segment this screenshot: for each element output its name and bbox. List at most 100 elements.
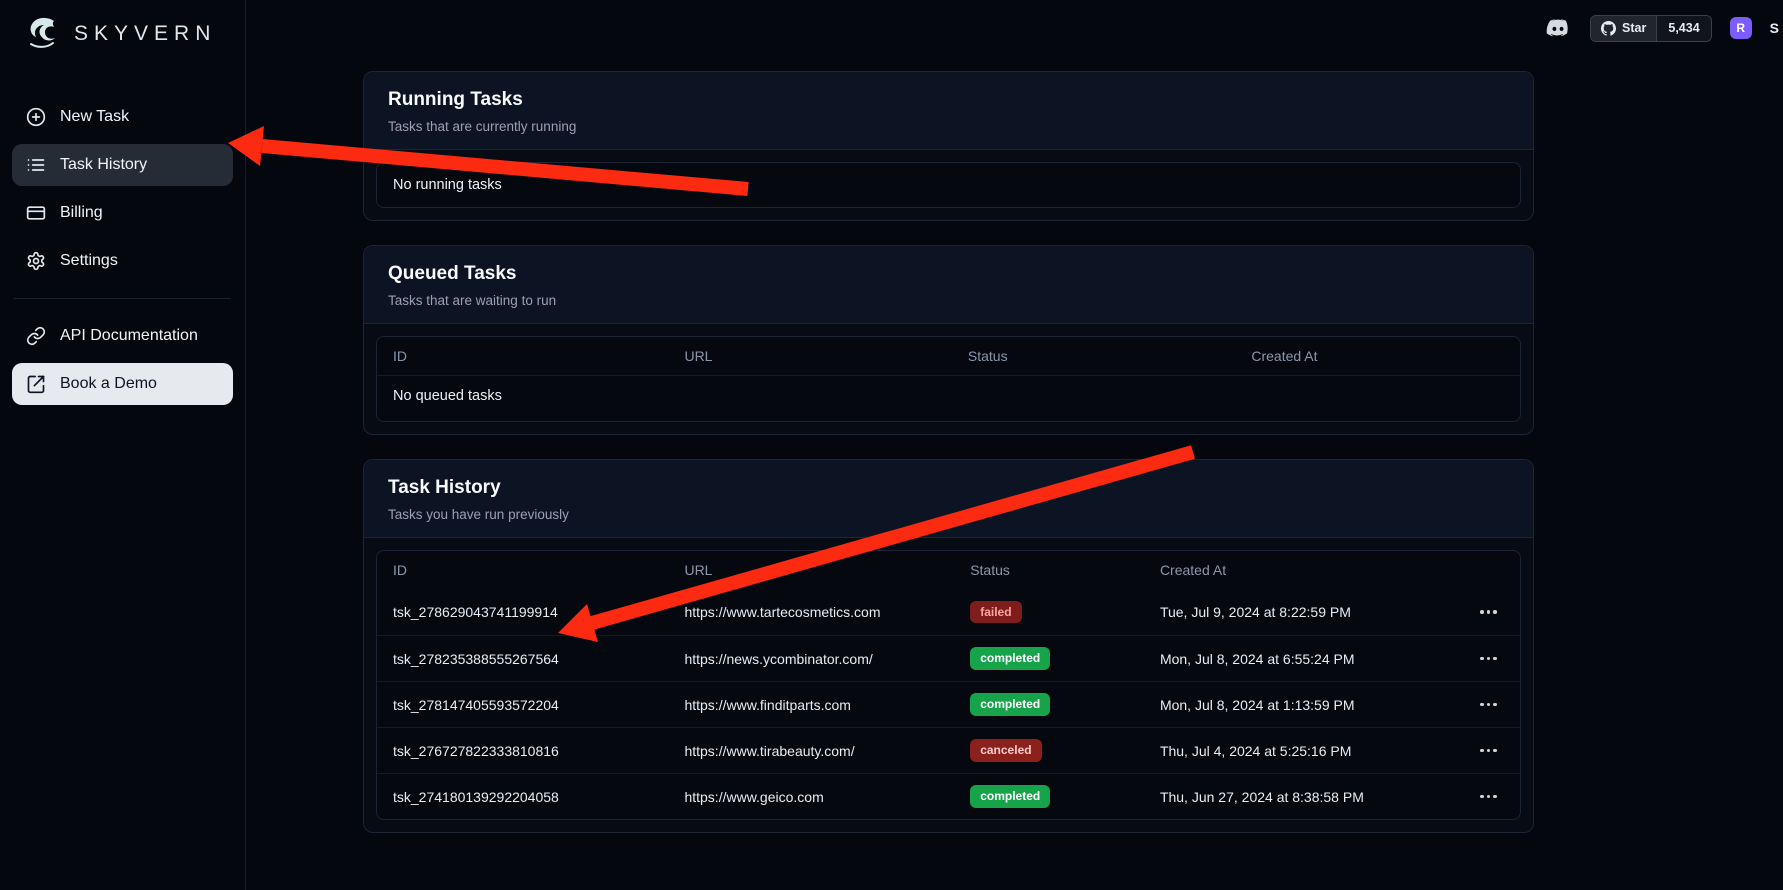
sidebar-item-label: New Task bbox=[60, 108, 129, 126]
column-header-id: ID bbox=[377, 348, 668, 364]
github-icon bbox=[1601, 21, 1616, 36]
task-created-cell: Mon, Jul 8, 2024 at 1:13:59 PM bbox=[1144, 697, 1457, 713]
status-badge: completed bbox=[970, 785, 1050, 807]
main-area: Star 5,434 R S Running Tasks Tasks that … bbox=[246, 0, 1783, 890]
github-star-button[interactable]: Star 5,434 bbox=[1590, 15, 1712, 42]
book-a-demo-button[interactable]: Book a Demo bbox=[12, 363, 233, 405]
task-created-cell: Thu, Jun 27, 2024 at 8:38:58 PM bbox=[1144, 789, 1457, 805]
task-actions-cell bbox=[1457, 651, 1520, 667]
task-status-cell: canceled bbox=[954, 739, 1144, 761]
task-history-title: Task History bbox=[388, 477, 1509, 499]
brand-logo: SKYVERN bbox=[0, 0, 245, 64]
table-row[interactable]: tsk_274180139292204058 https://www.geico… bbox=[377, 773, 1520, 819]
row-actions-button[interactable] bbox=[1474, 604, 1503, 620]
history-table-header: ID URL Status Created At bbox=[377, 551, 1520, 589]
user-name-clipped: S bbox=[1770, 20, 1779, 36]
sidebar-item-new-task[interactable]: New Task bbox=[12, 96, 233, 138]
star-label: Star bbox=[1622, 21, 1646, 35]
link-icon bbox=[26, 326, 46, 346]
task-status-cell: completed bbox=[954, 693, 1144, 715]
running-tasks-title: Running Tasks bbox=[388, 89, 1509, 111]
gear-icon bbox=[26, 251, 46, 271]
queued-tasks-card: Queued Tasks Tasks that are waiting to r… bbox=[363, 245, 1534, 435]
list-icon bbox=[26, 155, 46, 175]
task-status-cell: failed bbox=[954, 601, 1144, 623]
sidebar-item-api-documentation[interactable]: API Documentation bbox=[12, 315, 233, 357]
table-row[interactable]: tsk_278147405593572204 https://www.findi… bbox=[377, 681, 1520, 727]
github-star-count: 5,434 bbox=[1656, 16, 1710, 41]
table-row[interactable]: tsk_276727822333810816 https://www.tirab… bbox=[377, 727, 1520, 773]
task-id-cell[interactable]: tsk_276727822333810816 bbox=[377, 743, 668, 759]
no-running-tasks-text: No running tasks bbox=[377, 163, 1520, 207]
task-actions-cell bbox=[1457, 743, 1520, 759]
sidebar-item-label: Task History bbox=[60, 156, 147, 174]
sidebar: SKYVERN New Task Task History Billing Se… bbox=[0, 0, 246, 890]
content-column: Running Tasks Tasks that are currently r… bbox=[363, 71, 1534, 833]
sidebar-item-settings[interactable]: Settings bbox=[12, 240, 233, 282]
sidebar-item-label: API Documentation bbox=[60, 327, 198, 345]
plus-circle-icon bbox=[26, 107, 46, 127]
task-id-cell[interactable]: tsk_278235388555267564 bbox=[377, 651, 668, 667]
row-actions-button[interactable] bbox=[1474, 651, 1503, 667]
task-url-cell: https://www.geico.com bbox=[668, 789, 954, 805]
task-history-header: Task History Tasks you have run previous… bbox=[364, 460, 1533, 538]
queued-tasks-title: Queued Tasks bbox=[388, 263, 1509, 285]
queued-tasks-header: Queued Tasks Tasks that are waiting to r… bbox=[364, 246, 1533, 324]
column-header-created-at: Created At bbox=[1144, 562, 1457, 578]
task-history-table: ID URL Status Created At tsk_27862904374… bbox=[376, 550, 1521, 820]
task-id-cell[interactable]: tsk_278629043741199914 bbox=[377, 604, 668, 620]
discord-icon bbox=[1545, 15, 1571, 41]
status-badge: completed bbox=[970, 693, 1050, 715]
sidebar-item-task-history[interactable]: Task History bbox=[12, 144, 233, 186]
task-status-cell: completed bbox=[954, 785, 1144, 807]
status-badge: completed bbox=[970, 647, 1050, 669]
task-history-card: Task History Tasks you have run previous… bbox=[363, 459, 1534, 833]
sidebar-item-label: Billing bbox=[60, 204, 103, 222]
running-tasks-header: Running Tasks Tasks that are currently r… bbox=[364, 72, 1533, 150]
topbar: Star 5,434 R S bbox=[246, 0, 1783, 56]
task-created-cell: Tue, Jul 9, 2024 at 8:22:59 PM bbox=[1144, 604, 1457, 620]
brand-name: SKYVERN bbox=[74, 22, 216, 46]
status-badge: failed bbox=[970, 601, 1021, 623]
column-header-status: Status bbox=[952, 348, 1235, 364]
task-actions-cell bbox=[1457, 789, 1520, 805]
task-url-cell: https://news.ycombinator.com/ bbox=[668, 651, 954, 667]
task-actions-cell bbox=[1457, 604, 1520, 620]
table-row[interactable]: tsk_278235388555267564 https://news.ycom… bbox=[377, 635, 1520, 681]
queued-tasks-subtitle: Tasks that are waiting to run bbox=[388, 293, 1509, 308]
task-url-cell: https://www.tartecosmetics.com bbox=[668, 604, 954, 620]
column-header-url: URL bbox=[668, 348, 951, 364]
row-actions-button[interactable] bbox=[1474, 697, 1503, 713]
credit-card-icon bbox=[26, 203, 46, 223]
no-queued-tasks-text: No queued tasks bbox=[377, 376, 1520, 416]
column-header-url: URL bbox=[668, 562, 954, 578]
task-created-cell: Mon, Jul 8, 2024 at 6:55:24 PM bbox=[1144, 651, 1457, 667]
task-id-cell[interactable]: tsk_274180139292204058 bbox=[377, 789, 668, 805]
status-badge: canceled bbox=[970, 739, 1041, 761]
sidebar-divider bbox=[14, 298, 231, 299]
sidebar-item-billing[interactable]: Billing bbox=[12, 192, 233, 234]
task-history-subtitle: Tasks you have run previously bbox=[388, 507, 1509, 522]
task-id-cell[interactable]: tsk_278147405593572204 bbox=[377, 697, 668, 713]
sidebar-item-label: Book a Demo bbox=[60, 375, 157, 393]
sidebar-nav: New Task Task History Billing Settings A… bbox=[0, 90, 245, 411]
running-tasks-subtitle: Tasks that are currently running bbox=[388, 119, 1509, 134]
table-row[interactable]: tsk_278629043741199914 https://www.tarte… bbox=[377, 589, 1520, 635]
row-actions-button[interactable] bbox=[1474, 789, 1503, 805]
column-header-created-at: Created At bbox=[1235, 348, 1520, 364]
user-avatar[interactable]: R bbox=[1730, 17, 1752, 39]
queued-table-header: ID URL Status Created At bbox=[377, 337, 1520, 375]
discord-button[interactable] bbox=[1544, 14, 1572, 42]
running-tasks-card: Running Tasks Tasks that are currently r… bbox=[363, 71, 1534, 221]
row-actions-button[interactable] bbox=[1474, 743, 1503, 759]
task-created-cell: Thu, Jul 4, 2024 at 5:25:16 PM bbox=[1144, 743, 1457, 759]
history-rows: tsk_278629043741199914 https://www.tarte… bbox=[377, 589, 1520, 819]
sidebar-item-label: Settings bbox=[60, 252, 118, 270]
task-url-cell: https://www.tirabeauty.com/ bbox=[668, 743, 954, 759]
external-link-icon bbox=[26, 374, 46, 394]
column-header-status: Status bbox=[954, 562, 1144, 578]
skyvern-dragon-icon bbox=[22, 14, 64, 54]
task-actions-cell bbox=[1457, 697, 1520, 713]
task-status-cell: completed bbox=[954, 647, 1144, 669]
queued-tasks-table: ID URL Status Created At No queued tasks bbox=[376, 336, 1521, 422]
